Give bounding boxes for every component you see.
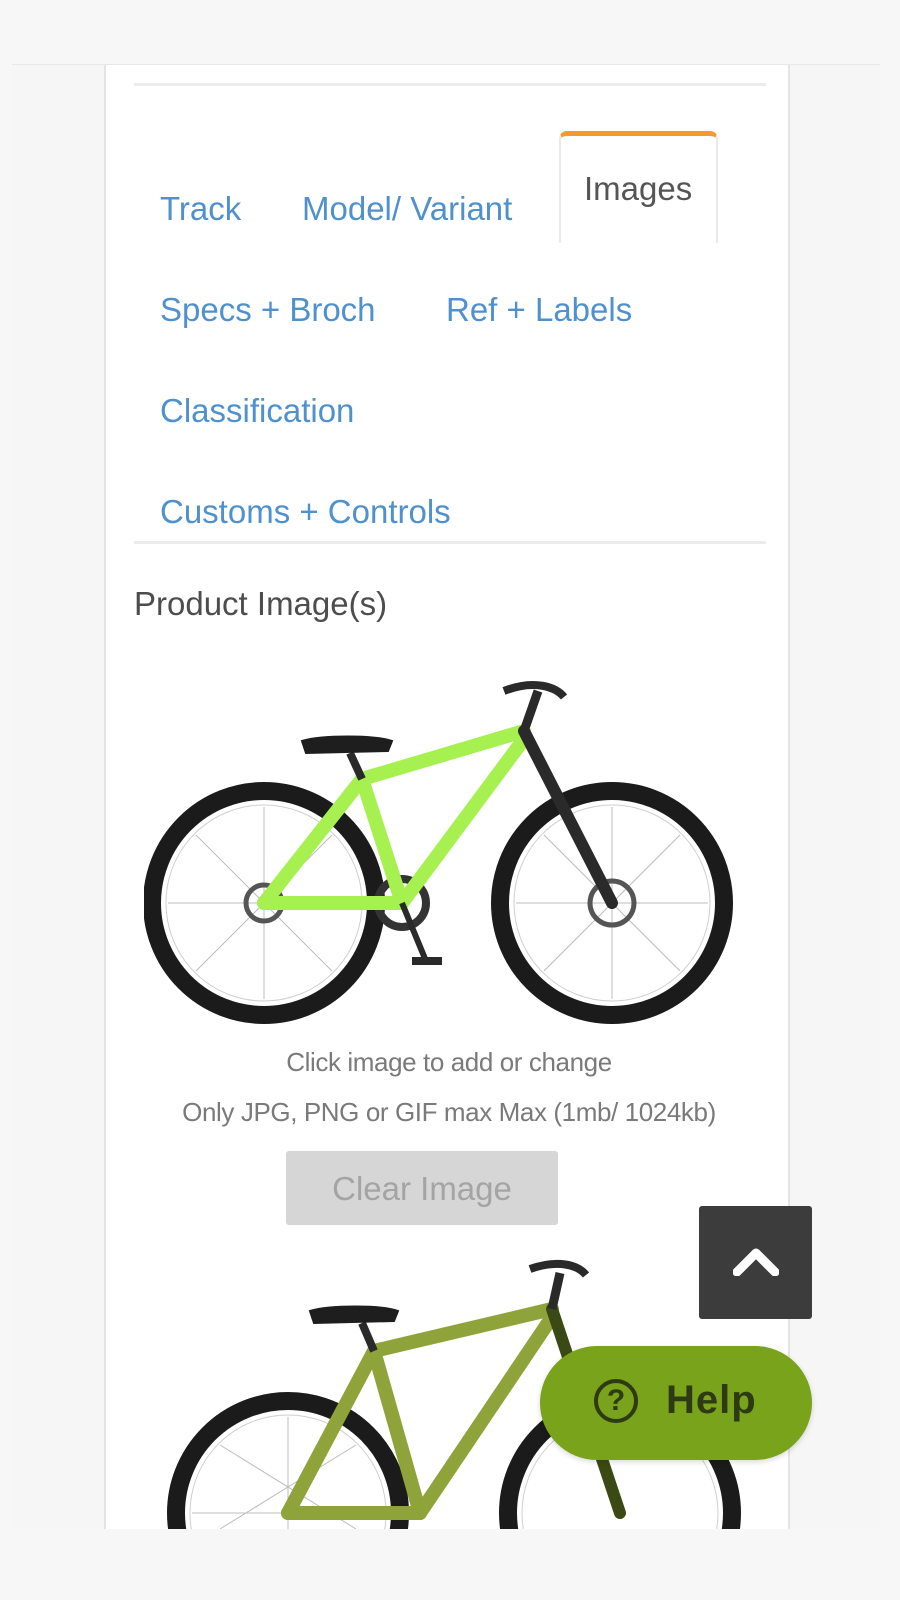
bike-photo-lime[interactable] (144, 661, 744, 1041)
tab-bar: Track Model/ Variant Images Specs + Broc… (134, 131, 774, 621)
tab-model-variant[interactable]: Model/ Variant (302, 189, 512, 229)
tabs-bottom-divider (134, 541, 766, 544)
tab-classification[interactable]: Classification (160, 391, 354, 431)
tab-track[interactable]: Track (160, 189, 241, 229)
tab-ref-labels[interactable]: Ref + Labels (446, 290, 632, 330)
help-label: Help (666, 1378, 757, 1422)
click-to-change-hint: Click image to add or change (286, 1047, 612, 1077)
help-button[interactable]: ? Help (540, 1346, 812, 1460)
section-title: Product Image(s) (134, 585, 388, 622)
file-format-hint: Only JPG, PNG or GIF max Max (1mb/ 1024k… (182, 1097, 716, 1127)
clear-image-button[interactable]: Clear Image (286, 1151, 558, 1225)
tab-specs-broch[interactable]: Specs + Broch (160, 290, 376, 330)
chevron-up-icon (733, 1248, 779, 1276)
tab-customs-controls[interactable]: Customs + Controls (160, 492, 451, 532)
question-circle-icon: ? (594, 1379, 638, 1423)
product-card: Track Model/ Variant Images Specs + Broc… (104, 65, 790, 1529)
left-gutter (12, 65, 104, 1529)
back-to-top-button[interactable] (699, 1206, 812, 1319)
top-divider (134, 83, 766, 86)
tab-images[interactable]: Images (559, 131, 719, 243)
